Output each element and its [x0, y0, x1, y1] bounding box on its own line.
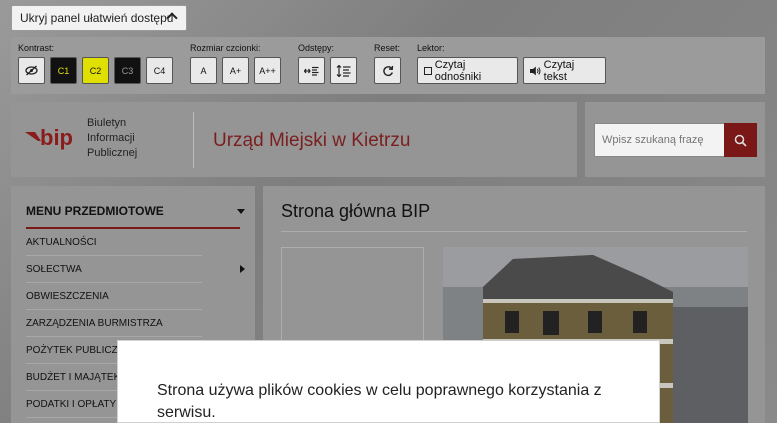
contrast-c1-button[interactable]: C1 [50, 57, 77, 84]
caret-right-icon[interactable] [240, 265, 245, 273]
title-divider [281, 231, 747, 232]
sidebar-item-obwieszczenia[interactable]: OBWIESZCZENIA [26, 283, 202, 310]
organization-name[interactable]: Urząd Miejski w Kietrzu [213, 130, 410, 152]
font-size-xlarge-button[interactable]: A++ [254, 57, 281, 84]
search-icon [734, 134, 747, 147]
logo-line-1: Biuletyn [87, 117, 127, 129]
read-links-label: Czytaj odnośniki [434, 58, 482, 83]
letter-spacing-icon [304, 66, 319, 76]
line-spacing-button[interactable] [330, 57, 357, 84]
speaker-icon [530, 66, 541, 75]
sidebar-item-solectwa[interactable]: SOŁECTWA [26, 256, 202, 283]
font-size-normal-button[interactable]: A [190, 57, 217, 84]
contrast-c4-button[interactable]: C4 [146, 57, 173, 84]
svg-text:bip: bip [40, 126, 73, 150]
checkbox-icon [424, 66, 432, 75]
menu-title[interactable]: MENU PRZEDMIOTOWE [26, 204, 164, 218]
contrast-c2-button[interactable]: C2 [82, 57, 109, 84]
sidebar-item-aktualnosci[interactable]: AKTUALNOŚCI [26, 229, 202, 256]
reset-label: Reset: [374, 43, 401, 53]
line-spacing-icon [336, 64, 351, 77]
eye-slash-icon [25, 65, 38, 76]
accessibility-panel-toggle[interactable]: Ukryj panel ułatwień dostępu [11, 5, 187, 31]
font-size-large-button[interactable]: A+ [222, 57, 249, 84]
reset-button[interactable] [374, 57, 401, 84]
cookie-message: Strona używa plików cookies w celu popra… [157, 382, 602, 421]
read-text-button[interactable]: Czytaj tekst [523, 57, 606, 84]
search-button[interactable] [724, 123, 757, 157]
page-title: Strona główna BIP [281, 201, 431, 221]
accessibility-toggle-label: Ukryj panel ułatwień dostępu [20, 11, 174, 25]
read-text-label: Czytaj tekst [543, 58, 575, 83]
refresh-icon [382, 65, 393, 76]
contrast-c3-button[interactable]: C3 [114, 57, 141, 84]
caret-down-icon[interactable] [237, 209, 245, 214]
letter-spacing-button[interactable] [298, 57, 325, 84]
font-size-label: Rozmiar czcionki: [190, 43, 261, 53]
reader-label: Lektor: [417, 43, 445, 53]
logo-text: Biuletyn Informacji Publicznej [87, 116, 137, 161]
logo-line-2: Informacji [87, 132, 135, 144]
bip-logo-icon: bip [25, 125, 73, 150]
bip-logo[interactable]: bip [25, 125, 81, 157]
accessibility-panel: Kontrast: C1 C2 C3 C4 Rozmiar czcionki: … [11, 37, 765, 94]
contrast-off-button[interactable] [18, 57, 45, 84]
sidebar-item-zarzadzenia[interactable]: ZARZĄDZENIA BURMISTRZA [26, 310, 202, 337]
cookie-dialog: Strona używa plików cookies w celu popra… [117, 340, 660, 423]
search-input[interactable] [594, 123, 725, 157]
header-divider [193, 112, 194, 168]
site-header: bip Biuletyn Informacji Publicznej Urząd… [11, 102, 577, 177]
spacing-label: Odstępy: [298, 43, 335, 53]
search-panel [585, 102, 765, 177]
contrast-label: Kontrast: [18, 43, 55, 53]
read-links-button[interactable]: Czytaj odnośniki [417, 57, 518, 84]
logo-line-3: Publicznej [87, 147, 138, 159]
